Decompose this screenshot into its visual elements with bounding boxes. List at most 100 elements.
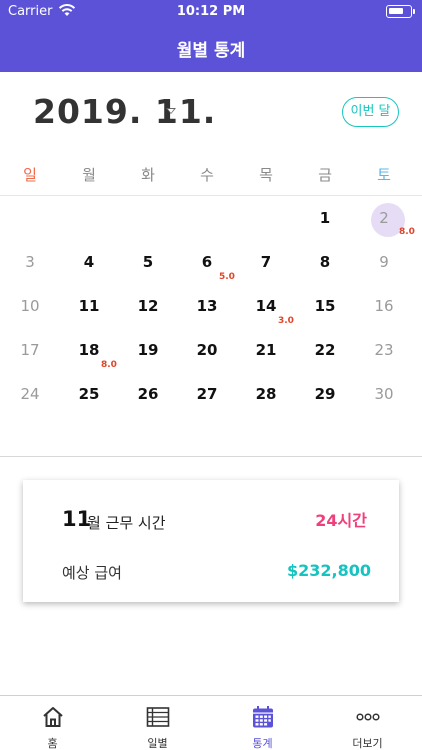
day-number: 22 [314, 341, 336, 359]
weekday-label: 일 [23, 166, 37, 184]
tab-label-daily: 일별 [147, 737, 168, 750]
day-number: 4 [83, 253, 95, 271]
calendar-day-20[interactable]: 20 [177, 330, 237, 370]
calendar-day-24[interactable]: 24 [0, 374, 60, 414]
day-number: 17 [20, 341, 40, 359]
tab-label-more: 더보기 [352, 737, 383, 750]
day-number: 2 [379, 209, 389, 227]
weekday-label: 목 [259, 166, 273, 184]
calendar-day-6[interactable]: 6 5.0 [177, 242, 237, 282]
day-number: 28 [255, 385, 277, 403]
tab-statistics[interactable]: 통계 [210, 696, 315, 750]
day-number: 10 [20, 297, 40, 315]
day-number: 13 [196, 297, 218, 315]
calendar-day-16[interactable]: 16 [354, 286, 414, 326]
section-divider [0, 456, 422, 457]
calendar-day-8[interactable]: 8 [295, 242, 355, 282]
list-icon [146, 707, 170, 727]
day-number: 25 [78, 385, 100, 403]
tab-daily[interactable]: 일별 [105, 696, 210, 750]
day-number: 5 [142, 253, 154, 271]
calendar-day-3[interactable]: 3 [0, 242, 60, 282]
calendar-day-5[interactable]: 5 [118, 242, 178, 282]
work-time-label: 월 근무 시간 [87, 514, 166, 532]
day-number: 27 [196, 385, 218, 403]
day-work-hours: 8.0 [399, 227, 415, 237]
weekday-label: 토 [377, 166, 391, 184]
calendar-day-13[interactable]: 13 [177, 286, 237, 326]
month-selector: 2019. 11. 이번 달 [0, 72, 422, 152]
calendar-day-19[interactable]: 19 [118, 330, 178, 370]
expected-pay-label: 예상 급여 [62, 564, 122, 582]
page-title: 월별 통계 [176, 41, 246, 61]
calendar-day-14[interactable]: 14 3.0 [236, 286, 296, 326]
day-number: 16 [374, 297, 394, 315]
month-label[interactable]: 2019. 11. [33, 92, 216, 131]
calendar-day-2[interactable]: 2 8.0 [354, 198, 415, 238]
calendar-day-1[interactable]: 1 [295, 198, 355, 238]
calendar-day-10[interactable]: 10 [0, 286, 60, 326]
day-number: 30 [374, 385, 394, 403]
day-number: 18 [78, 341, 100, 359]
calendar-day-29[interactable]: 29 [295, 374, 355, 414]
day-number: 7 [260, 253, 272, 271]
battery-icon [386, 5, 415, 18]
calendar-day-25[interactable]: 25 [59, 374, 119, 414]
more-icon [356, 713, 380, 721]
calendar-day-7[interactable]: 7 [236, 242, 296, 282]
day-number: 23 [374, 341, 394, 359]
calendar-day-11[interactable]: 11 [59, 286, 119, 326]
summary-card: 11 월 근무 시간 24시간 예상 급여 $232,800 [23, 480, 399, 602]
calendar-grid: 1 2 8.0 3 4 5 6 5.0 7 8 9 10 11 12 13 14 3.0 15 16 17 18 8.0 1… [0, 197, 422, 442]
status-bar: Carrier 10:12 PM [0, 0, 422, 24]
day-number: 1 [319, 209, 331, 227]
calendar-day-23[interactable]: 23 [354, 330, 414, 370]
day-number: 6 [201, 253, 213, 271]
day-work-hours: 3.0 [278, 316, 294, 326]
calendar-day-9[interactable]: 9 [354, 242, 414, 282]
calendar-day-18[interactable]: 18 8.0 [59, 330, 119, 370]
expected-pay-value: $232,800 [286, 561, 371, 580]
calendar-day-17[interactable]: 17 [0, 330, 60, 370]
weekday-label: 금 [318, 166, 332, 184]
day-number: 29 [314, 385, 336, 403]
weekday-label: 월 [82, 166, 96, 184]
calendar-day-26[interactable]: 26 [118, 374, 178, 414]
calendar-day-12[interactable]: 12 [118, 286, 178, 326]
app-header: Carrier 10:12 PM 월별 통계 [0, 0, 422, 72]
calendar-day-27[interactable]: 27 [177, 374, 237, 414]
work-hours-value: 24시간 [315, 511, 367, 530]
day-number: 9 [379, 253, 389, 271]
this-month-button[interactable]: 이번 달 [342, 97, 399, 127]
tab-bar: 홈 일별 통계 더보기 [0, 695, 422, 750]
weekday-label: 수 [200, 166, 214, 184]
calendar-day-30[interactable]: 30 [354, 374, 414, 414]
weekday-label: 화 [141, 166, 155, 184]
tab-label-statistics: 통계 [252, 737, 273, 750]
day-work-hours: 8.0 [101, 360, 117, 370]
calendar-day-28[interactable]: 28 [236, 374, 296, 414]
day-number: 8 [319, 253, 331, 271]
battery-level [389, 8, 403, 14]
calendar-day-15[interactable]: 15 [295, 286, 355, 326]
weekday-header: 일월화수목금토 [0, 158, 422, 196]
day-number: 20 [196, 341, 218, 359]
calendar-day-22[interactable]: 22 [295, 330, 355, 370]
day-number: 3 [25, 253, 35, 271]
tab-home[interactable]: 홈 [0, 696, 105, 750]
day-work-hours: 5.0 [219, 272, 235, 282]
calendar-day-21[interactable]: 21 [236, 330, 296, 370]
day-number: 11 [78, 297, 100, 315]
tab-more[interactable]: 더보기 [315, 696, 420, 750]
calendar-day-4[interactable]: 4 [59, 242, 119, 282]
day-number: 19 [137, 341, 159, 359]
day-number: 15 [314, 297, 336, 315]
chevron-down-icon[interactable] [166, 108, 176, 114]
tab-label-home: 홈 [47, 737, 58, 750]
day-number: 14 [255, 297, 277, 315]
day-number: 21 [255, 341, 277, 359]
day-number: 24 [20, 385, 40, 403]
calendar-icon [253, 706, 273, 728]
home-icon [43, 707, 63, 727]
status-time: 10:12 PM [176, 4, 246, 19]
